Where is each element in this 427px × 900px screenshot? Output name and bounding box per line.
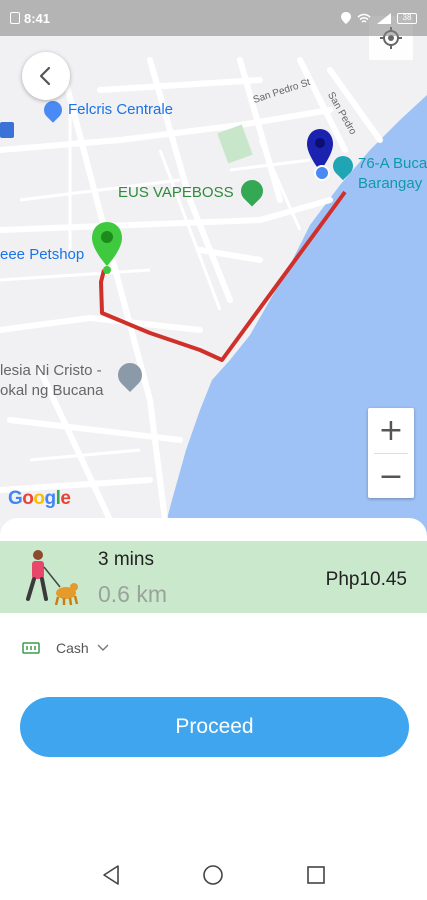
system-nav-bar [0,850,427,900]
status-time: 8:41 [24,10,51,26]
back-button[interactable] [22,52,70,100]
proceed-button[interactable]: Proceed [20,697,409,757]
map-view[interactable]: Felcris Centrale San Pedro St San Pedro … [0,0,427,545]
zoom-in-button[interactable]: + [368,408,414,453]
origin-pin-icon [92,222,122,274]
status-bar: 8:41 38 [0,0,427,36]
transit-icon [0,122,14,138]
google-logo: Google [8,488,71,509]
nav-back-icon[interactable] [100,864,122,886]
cash-icon [22,642,40,654]
map-label-church-1[interactable]: lesia Ni Cristo - [0,362,102,379]
ride-bottom-sheet: 3 mins 0.6 km Php10.45 Cash Proceed [0,518,427,850]
map-label-felcris[interactable]: Felcris Centrale [68,101,173,118]
map-label-bucana-1[interactable]: 76-A Buca [358,155,427,172]
destination-pin-icon [307,129,333,181]
dog-walker-icon [26,550,79,606]
zoom-control: + − [368,408,414,498]
chevron-down-icon [97,644,109,651]
location-icon [341,12,351,24]
status-icons: 38 [341,12,417,24]
option-distance: 0.6 km [98,581,168,607]
signal-icon [377,12,391,24]
zoom-out-button[interactable]: − [368,454,414,499]
option-eta: 3 mins [98,549,154,570]
map-label-petshop[interactable]: eee Petshop [0,246,84,263]
map-label-vapeboss[interactable]: EUS VAPEBOSS [118,184,234,201]
option-price: Php10.45 [325,569,407,590]
sim-icon [10,12,20,24]
chevron-left-icon [39,66,51,86]
payment-method-label: Cash [56,640,89,656]
nav-home-icon[interactable] [202,864,224,886]
map-label-church-2[interactable]: okal ng Bucana [0,382,103,399]
nav-recents-icon[interactable] [305,864,327,886]
battery-icon: 38 [397,12,417,24]
wifi-icon [357,13,371,23]
map-label-bucana-2[interactable]: Barangay [358,175,422,192]
ride-option-row[interactable]: 3 mins 0.6 km Php10.45 [0,541,427,613]
payment-method-selector[interactable]: Cash [22,640,109,656]
